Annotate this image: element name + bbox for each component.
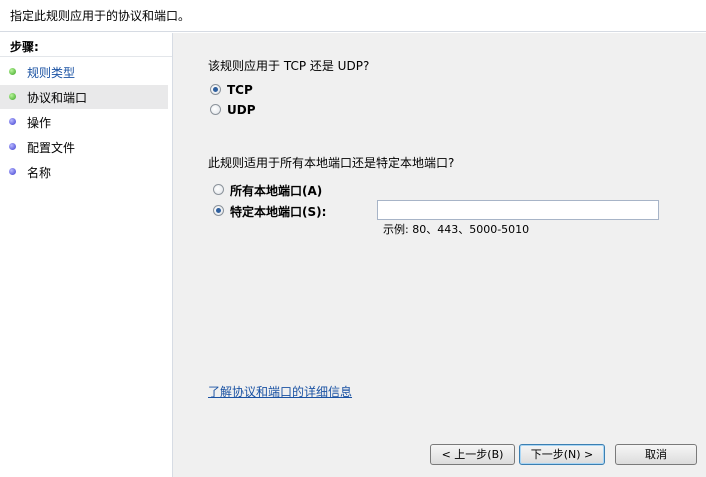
header-divider [0, 31, 706, 32]
header-title: 指定此规则应用于的协议和端口。 [10, 9, 191, 23]
all-ports-label[interactable]: 所有本地端口(A) [230, 182, 322, 199]
specific-ports-input[interactable] [377, 200, 659, 220]
step-current-icon [9, 93, 16, 100]
steps-divider [0, 56, 172, 57]
cancel-button[interactable]: 取消 [615, 444, 697, 465]
step-action: 操作 [0, 110, 168, 134]
steps-sidebar: 步骤: 规则类型 协议和端口 操作 配置文件 名称 [0, 33, 173, 477]
step-done-icon [9, 68, 16, 75]
back-button[interactable]: < 上一步(B) [430, 444, 515, 465]
all-ports-radio[interactable] [213, 184, 224, 195]
step-name: 名称 [0, 160, 168, 184]
specific-ports-radio[interactable] [213, 205, 224, 216]
step-pending-icon [9, 143, 16, 150]
step-label: 协议和端口 [27, 91, 88, 105]
header: 指定此规则应用于的协议和端口。 [0, 0, 706, 30]
udp-radio[interactable] [210, 104, 221, 115]
step-pending-icon [9, 168, 16, 175]
tcp-label[interactable]: TCP [227, 83, 253, 97]
udp-label[interactable]: UDP [227, 103, 256, 117]
step-rule-type[interactable]: 规则类型 [0, 60, 168, 84]
port-example-hint: 示例: 80、443、5000-5010 [383, 223, 530, 236]
step-protocol-ports[interactable]: 协议和端口 [0, 85, 168, 109]
step-pending-icon [9, 118, 16, 125]
specific-ports-label[interactable]: 特定本地端口(S): [230, 203, 326, 220]
help-link[interactable]: 了解协议和端口的详细信息 [208, 383, 352, 400]
steps-heading: 步骤: [10, 40, 39, 54]
next-button[interactable]: 下一步(N) > [519, 444, 605, 465]
step-profile: 配置文件 [0, 135, 168, 159]
step-label: 名称 [27, 166, 52, 180]
step-label: 配置文件 [27, 141, 76, 155]
port-question: 此规则适用于所有本地端口还是特定本地端口? [208, 156, 455, 170]
wizard-content: 该规则应用于 TCP 还是 UDP? TCP UDP 此规则适用于所有本地端口还… [173, 33, 706, 477]
protocol-question: 该规则应用于 TCP 还是 UDP? [208, 59, 370, 73]
tcp-radio[interactable] [210, 84, 221, 95]
step-label: 操作 [27, 116, 52, 130]
step-label: 规则类型 [27, 66, 76, 80]
